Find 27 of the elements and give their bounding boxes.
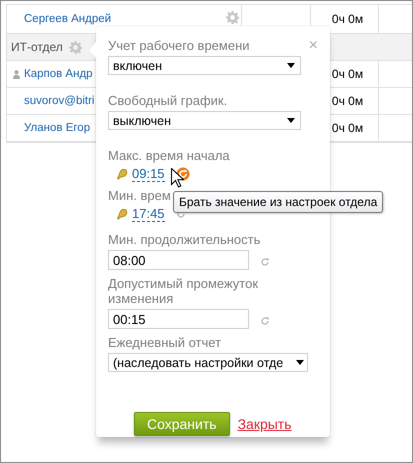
field-label: Учет рабочего времени <box>108 38 251 53</box>
time-link[interactable]: 17:45 <box>132 206 165 222</box>
close-link[interactable]: Закрыть <box>238 416 292 432</box>
field-label: Макс. время начала <box>108 148 231 163</box>
input-field[interactable]: 08:00 <box>108 250 249 270</box>
field-label: Свободный график. <box>108 93 228 108</box>
hint-tooltip: Брать значение из настроек отдела <box>173 191 384 213</box>
dropdown[interactable]: (наследовать настройки отде <box>108 353 308 372</box>
time-total: 0ч 0м <box>332 94 364 108</box>
gear-icon[interactable] <box>226 11 239 24</box>
employee-link[interactable]: Карпов Андр <box>24 68 93 80</box>
input-field[interactable]: 00:15 <box>108 309 249 329</box>
cursor-icon <box>171 168 184 188</box>
employee-link[interactable]: suvorov@bitri <box>24 95 94 107</box>
time-total: 0ч 0м <box>332 121 364 135</box>
field-label: Мин. продолжительность <box>108 232 262 247</box>
employee-link[interactable]: Уланов Егор <box>24 122 90 134</box>
department-name: ИТ-отдел <box>10 40 63 54</box>
employee-link[interactable]: Сергеев Андрей <box>24 13 112 25</box>
dropdown[interactable]: включен <box>108 56 301 75</box>
time-total: 0ч 0м <box>332 67 364 81</box>
time-total: 0ч 0м <box>332 12 364 26</box>
gear-icon[interactable] <box>68 40 82 54</box>
time-link[interactable]: 09:15 <box>132 166 165 182</box>
field-label: Допустимый промежуток изменения <box>108 276 260 306</box>
dropdown[interactable]: выключен <box>108 111 301 130</box>
field-label: Ежедневный отчет <box>108 335 222 350</box>
